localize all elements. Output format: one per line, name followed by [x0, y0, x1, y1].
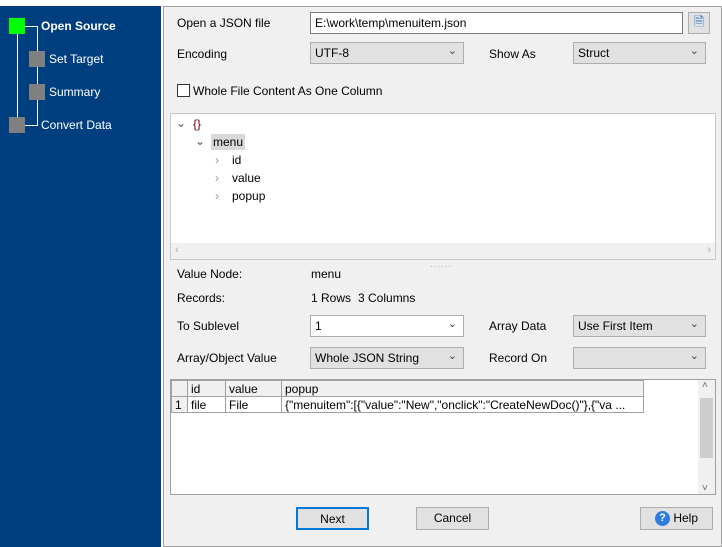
sublevel-label: To Sublevel	[177, 319, 240, 333]
table-row[interactable]: 1 file File {"menuitem":[{"value":"New",…	[171, 396, 644, 413]
array-object-label: Array/Object Value	[177, 351, 277, 365]
splitter-handle[interactable]: ······	[430, 262, 452, 271]
tree-node[interactable]: value	[232, 171, 261, 185]
grid-header-row: id value popup	[171, 380, 644, 397]
help-button[interactable]: ? Help	[640, 507, 713, 530]
column-header-value[interactable]: value	[225, 380, 282, 397]
show-as-label: Show As	[489, 47, 536, 61]
collapse-icon: ›	[215, 189, 219, 203]
sublevel-select[interactable]: 1 ⌄	[310, 315, 464, 337]
record-on-select[interactable]: ⌄	[573, 347, 706, 369]
preview-grid[interactable]: id value popup 1 file File {"menuitem":[…	[170, 379, 716, 495]
value-node-value: menu	[311, 267, 342, 281]
record-on-label: Record On	[489, 351, 548, 365]
next-button[interactable]: Next	[296, 507, 369, 530]
collapse-icon: ›	[215, 171, 219, 185]
show-as-select[interactable]: Struct ⌄	[573, 42, 706, 64]
row-number: 1	[171, 396, 188, 413]
array-object-value: Whole JSON String	[315, 351, 420, 365]
wizard-sidebar: Open Source Set Target Summary Convert D…	[0, 6, 161, 547]
tree-root[interactable]: {}	[193, 117, 201, 131]
chevron-down-icon: ⌄	[689, 45, 699, 57]
sublevel-value: 1	[315, 319, 322, 333]
step-marker-active	[9, 18, 25, 34]
chevron-down-icon: ⌄	[689, 318, 699, 330]
tree-node[interactable]: id	[232, 153, 241, 167]
array-data-value: Use First Item	[578, 319, 653, 333]
value-node-label: Value Node:	[177, 267, 243, 281]
cell-value[interactable]: File	[225, 396, 282, 413]
cell-popup[interactable]: {"menuitem":[{"value":"New","onclick":"C…	[281, 396, 644, 413]
chevron-down-icon: ⌄	[447, 318, 457, 330]
records-columns: 3 Columns	[358, 291, 416, 305]
whole-file-checkbox[interactable]	[177, 84, 190, 97]
help-label: Help	[673, 511, 699, 525]
step-marker	[29, 51, 45, 67]
file-label: Open a JSON file	[177, 16, 271, 30]
vertical-scrollbar[interactable]: ˄ ˅	[698, 380, 715, 494]
step-marker	[29, 84, 45, 100]
collapse-icon: ›	[215, 153, 219, 167]
array-data-label: Array Data	[489, 319, 547, 333]
step-marker	[9, 117, 25, 133]
records-rows: 1 Rows	[311, 291, 352, 305]
array-object-select[interactable]: Whole JSON String ⌄	[310, 347, 464, 369]
step-open-source: Open Source	[41, 19, 116, 33]
file-path-input[interactable]: E:\work\temp\menuitem.json	[310, 12, 683, 34]
whole-file-label: Whole File Content As One Column	[193, 84, 383, 98]
help-icon: ?	[654, 511, 670, 527]
horizontal-scrollbar[interactable]: ‹ ›	[171, 243, 715, 259]
array-data-select[interactable]: Use First Item ⌄	[573, 315, 706, 337]
tree-node-menu[interactable]: menu	[211, 134, 246, 150]
records-label: Records:	[177, 291, 226, 305]
chevron-down-icon: ⌄	[689, 350, 699, 362]
chevron-down-icon: ⌄	[447, 45, 457, 57]
cell-id[interactable]: file	[187, 396, 226, 413]
show-as-value: Struct	[578, 46, 610, 60]
scrollbar-thumb[interactable]	[700, 398, 713, 458]
column-header-popup[interactable]: popup	[281, 380, 644, 397]
tree-node[interactable]: popup	[232, 189, 265, 203]
expand-icon[interactable]: ⌄	[176, 116, 186, 130]
step-set-target: Set Target	[49, 52, 104, 66]
step-summary: Summary	[49, 85, 101, 99]
json-tree[interactable]: ⌄ {} ⌄ menu › id › value › popup ‹ ›	[170, 113, 716, 260]
encoding-label: Encoding	[177, 47, 228, 61]
column-header-id[interactable]: id	[187, 380, 226, 397]
header-corner	[171, 380, 188, 397]
step-convert-data: Convert Data	[41, 118, 112, 132]
encoding-value: UTF-8	[315, 46, 349, 60]
encoding-select[interactable]: UTF-8 ⌄	[310, 42, 464, 64]
expand-icon[interactable]: ⌄	[195, 134, 205, 148]
cancel-button[interactable]: Cancel	[416, 507, 489, 530]
browse-file-icon[interactable]: 🗎	[688, 12, 710, 34]
chevron-down-icon: ⌄	[447, 350, 457, 362]
